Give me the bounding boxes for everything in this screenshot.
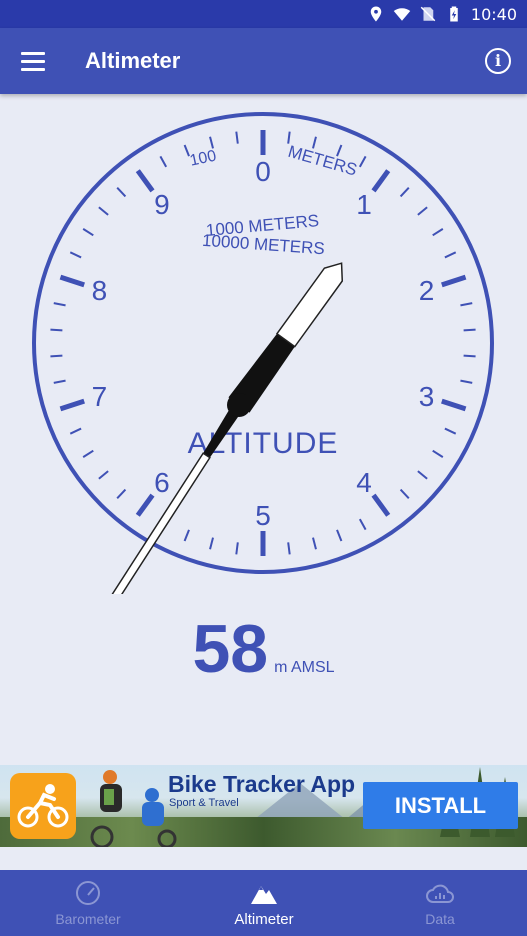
dial-tick — [116, 187, 127, 198]
nav-label-altimeter: Altimeter — [234, 911, 294, 928]
dial-tick — [98, 206, 109, 216]
dial-tick — [358, 518, 367, 531]
dial-tick — [59, 398, 85, 412]
dial-number-0: 0 — [255, 156, 271, 187]
dial-number-6: 6 — [154, 467, 170, 498]
dial-tick — [159, 155, 168, 168]
install-button[interactable]: INSTALL — [363, 782, 518, 829]
dial-tick — [82, 228, 94, 237]
status-time: 10:40 — [470, 4, 517, 24]
dial-tick — [444, 251, 457, 259]
dial-tick — [371, 169, 391, 193]
dial-tick — [336, 529, 343, 542]
dial-tick — [358, 155, 367, 168]
dial-tick — [371, 493, 391, 517]
dial-tick — [287, 131, 291, 144]
dial-number-8: 8 — [92, 275, 108, 306]
altitude-value: 58 — [192, 611, 269, 687]
dial-tick — [116, 488, 127, 499]
hand-1000-meters — [228, 262, 344, 413]
dial-tick — [135, 169, 155, 193]
dial-tick — [53, 379, 66, 384]
dial-tick — [50, 354, 63, 358]
dial-tick — [98, 470, 109, 480]
dial-tick — [82, 449, 94, 458]
ad-title[interactable]: Bike Tracker App — [168, 771, 355, 798]
dial-tick — [50, 328, 63, 332]
dial-tick — [463, 328, 476, 332]
label-10000-meters: 10000 METERS — [201, 231, 325, 259]
location-icon — [370, 6, 382, 22]
dial-tick — [59, 274, 85, 288]
battery-charging-icon — [450, 6, 458, 22]
dial-number-5: 5 — [255, 500, 271, 531]
dial-tick — [209, 537, 214, 550]
dial-number-4: 4 — [356, 467, 372, 498]
dial-tick — [312, 537, 317, 550]
dial-tick — [444, 427, 457, 435]
altitude-unit: m AMSL — [274, 659, 335, 676]
dial-tick — [209, 136, 214, 149]
nav-item-data[interactable]: Data — [352, 870, 527, 936]
dial-tick — [287, 542, 291, 555]
label-meters: METERS — [286, 142, 359, 180]
nav-label-barometer: Barometer — [55, 911, 121, 927]
dial-number-9: 9 — [154, 189, 170, 220]
ad-subtitle: Sport & Travel — [169, 797, 239, 809]
dial-tick — [399, 488, 410, 499]
mountain-icon — [251, 886, 277, 904]
hand-100-meters — [104, 401, 245, 594]
dial-tick — [69, 251, 82, 259]
dial-tick — [460, 302, 473, 307]
app-bar: Altimeter i — [0, 28, 527, 94]
dial-tick — [432, 228, 444, 237]
gauge-pivot — [227, 393, 251, 417]
status-bar: 10:40 — [0, 0, 527, 28]
dial-tick — [69, 427, 82, 435]
nav-item-altimeter[interactable]: Altimeter — [176, 870, 352, 936]
dial-tick — [460, 379, 473, 384]
no-sim-icon — [420, 6, 436, 22]
dial-tick — [417, 206, 428, 216]
page-title: Altimeter — [85, 48, 181, 73]
dial-tick — [183, 529, 190, 542]
altimeter-gauge: 0123456789 100 METERS 1000 METERS 10000 … — [32, 112, 494, 594]
dial-tick — [135, 493, 155, 517]
menu-icon[interactable] — [16, 46, 50, 76]
cloud-chart-icon — [426, 884, 454, 903]
bottom-navigation: Barometer Altimeter Data — [0, 870, 527, 936]
nav-item-barometer[interactable]: Barometer — [0, 870, 176, 936]
dial-number-3: 3 — [419, 381, 435, 412]
gauge-icon — [76, 881, 100, 905]
nav-label-data: Data — [425, 911, 455, 927]
dial-tick — [432, 449, 444, 458]
dial-tick — [312, 136, 317, 149]
wifi-icon — [393, 8, 411, 21]
dial-tick — [235, 542, 239, 555]
ad-banner[interactable]: Bike Tracker App Sport & Travel INSTALL — [0, 765, 527, 847]
bike-tracker-app-icon[interactable] — [10, 773, 76, 839]
dial-tick — [441, 274, 467, 288]
dial-tick — [417, 470, 428, 480]
dial-number-1: 1 — [356, 189, 372, 220]
dial-number-2: 2 — [419, 275, 435, 306]
dial-tick — [235, 131, 239, 144]
dial-tick — [441, 398, 467, 412]
dial-number-7: 7 — [92, 381, 108, 412]
label-100: 100 — [188, 147, 218, 169]
dial-tick — [463, 354, 476, 358]
altitude-reading: 58 m AMSL — [0, 610, 527, 690]
info-icon[interactable]: i — [485, 48, 511, 74]
dial-tick — [399, 187, 410, 198]
dial-tick — [53, 302, 66, 307]
